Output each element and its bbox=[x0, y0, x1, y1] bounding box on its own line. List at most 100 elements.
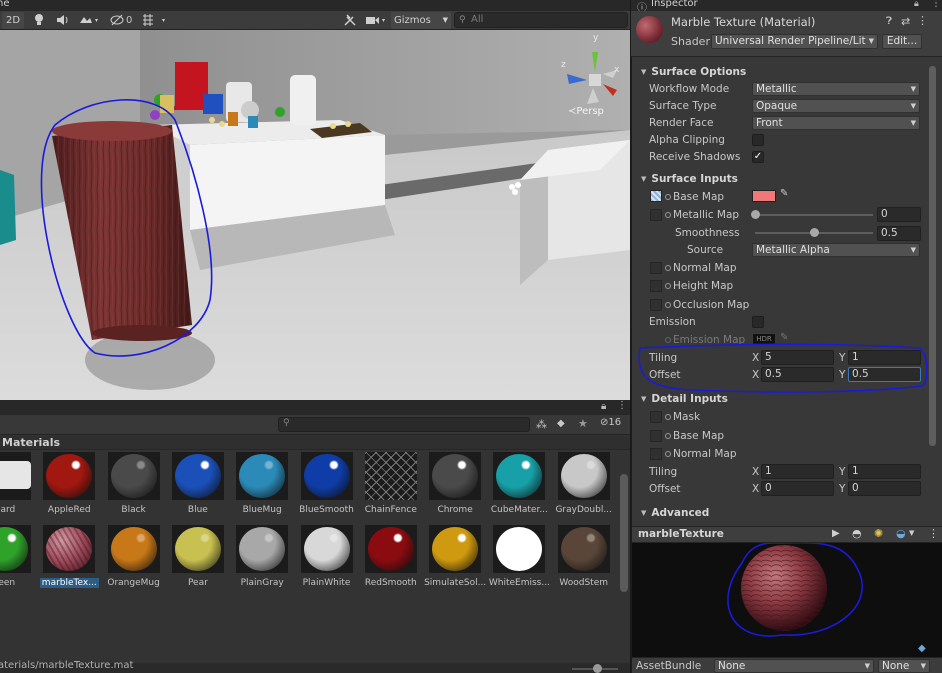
material-asset[interactable]: GrayDoubl... bbox=[553, 452, 615, 515]
more-options-icon[interactable]: ⋮ bbox=[917, 14, 928, 27]
grid-toggle-icon[interactable] bbox=[141, 13, 169, 28]
texture-picker-icon[interactable] bbox=[665, 414, 671, 420]
material-asset[interactable]: Blue bbox=[167, 452, 229, 515]
eyedropper-icon[interactable]: ✎ bbox=[780, 188, 788, 199]
light-icon[interactable]: ✺ bbox=[874, 527, 883, 540]
effects-toggle-icon[interactable] bbox=[78, 13, 100, 28]
occlusion-map-slot[interactable] bbox=[650, 299, 662, 311]
help-icon[interactable]: ❓︎ bbox=[886, 16, 892, 27]
assetbundle-variant-dropdown[interactable]: None bbox=[878, 659, 930, 673]
metallic-slider-track[interactable] bbox=[755, 214, 873, 216]
asset-label-icon[interactable]: ◆ bbox=[918, 643, 926, 654]
hidden-packages-toggle[interactable]: ⊘16 bbox=[600, 417, 621, 428]
material-asset[interactable]: ChainFence bbox=[360, 452, 422, 515]
material-asset[interactable]: CubeMater... bbox=[488, 452, 550, 515]
texture-picker-icon[interactable] bbox=[665, 265, 671, 271]
material-asset[interactable]: WoodStem bbox=[553, 525, 615, 588]
smoothness-slider-knob[interactable] bbox=[810, 228, 819, 237]
preset-icon[interactable]: ⇄ bbox=[901, 15, 910, 28]
more-options-icon[interactable]: ⋮ bbox=[931, 0, 941, 9]
height-map-slot[interactable] bbox=[650, 280, 662, 292]
smoothness-value-field[interactable]: 0.5 bbox=[877, 226, 921, 241]
metallic-value-field[interactable]: 0 bbox=[877, 207, 921, 222]
detail-offset-x-field[interactable]: 0 bbox=[761, 481, 834, 496]
source-dropdown[interactable]: Metallic Alpha bbox=[752, 243, 920, 257]
base-color-swatch[interactable] bbox=[752, 190, 776, 202]
material-asset[interactable]: Black bbox=[103, 452, 165, 515]
audio-toggle-icon[interactable] bbox=[55, 13, 69, 28]
material-asset[interactable]: dard bbox=[0, 452, 36, 515]
preview-shape-icon[interactable]: ◓ bbox=[852, 527, 862, 540]
texture-picker-icon[interactable] bbox=[665, 194, 671, 200]
lock-icon[interactable]: 🔒︎ bbox=[601, 401, 606, 412]
scene-tab[interactable]: ne bbox=[0, 0, 630, 11]
tiling-x-field[interactable]: 5 bbox=[761, 350, 834, 365]
material-asset[interactable]: OrangeMug bbox=[103, 525, 165, 588]
more-options-icon[interactable]: ⋮ bbox=[617, 400, 627, 411]
material-asset[interactable]: BlueMug bbox=[231, 452, 293, 515]
offset-x-field[interactable]: 0.5 bbox=[761, 367, 834, 382]
sphere-icon[interactable]: ◒ bbox=[896, 527, 906, 540]
surface-options-foldout[interactable]: Surface Options bbox=[641, 66, 746, 78]
chevron-down-icon[interactable]: ▼ bbox=[909, 529, 914, 537]
material-asset[interactable]: marbleTex... bbox=[38, 525, 100, 591]
offset-y-field[interactable]: 0.5 bbox=[848, 367, 921, 382]
render-face-dropdown[interactable]: Front bbox=[752, 116, 920, 130]
emission-checkbox[interactable] bbox=[752, 316, 764, 328]
inspector-scrollbar[interactable] bbox=[929, 66, 936, 446]
edit-shader-button[interactable]: Edit... bbox=[882, 34, 922, 49]
detail-offset-y-field[interactable]: 0 bbox=[848, 481, 921, 496]
detail-inputs-foldout[interactable]: Detail Inputs bbox=[641, 393, 727, 405]
material-asset[interactable]: SimulateSol... bbox=[424, 525, 486, 588]
base-map-slot[interactable] bbox=[650, 190, 662, 202]
texture-picker-icon[interactable] bbox=[665, 212, 671, 218]
lock-icon[interactable]: 🔒︎ bbox=[914, 0, 919, 9]
alpha-clipping-checkbox[interactable] bbox=[752, 134, 764, 146]
hidden-objects-toggle[interactable]: 0 bbox=[110, 13, 132, 28]
material-asset[interactable]: Chrome bbox=[424, 452, 486, 515]
texture-picker-icon[interactable] bbox=[665, 283, 671, 289]
material-asset[interactable]: PlainGray bbox=[231, 525, 293, 588]
surface-type-dropdown[interactable]: Opaque bbox=[752, 99, 920, 113]
material-asset[interactable]: WhiteEmiss... bbox=[488, 525, 550, 588]
workflow-mode-dropdown[interactable]: Metallic bbox=[752, 82, 920, 96]
filter-type-icon[interactable]: ⁂ bbox=[536, 418, 547, 431]
material-asset[interactable]: PlainWhite bbox=[296, 525, 358, 588]
shader-dropdown[interactable]: Universal Render Pipeline/Lit bbox=[711, 34, 878, 49]
camera-dropdown-icon[interactable] bbox=[365, 13, 389, 28]
material-preview[interactable]: ◆ bbox=[632, 541, 942, 657]
scene-search-input[interactable]: ⚲ All bbox=[454, 12, 628, 28]
material-asset[interactable]: AppleRed bbox=[38, 452, 100, 515]
material-asset[interactable]: RedSmooth bbox=[360, 525, 422, 588]
surface-inputs-foldout[interactable]: Surface Inputs bbox=[641, 173, 738, 185]
texture-picker-icon[interactable] bbox=[665, 433, 671, 439]
scene-viewport[interactable]: y z x ≺Persp bbox=[0, 30, 630, 400]
metallic-slider-knob[interactable] bbox=[751, 210, 760, 219]
mode-2d-button[interactable]: 2D bbox=[2, 12, 24, 29]
material-asset[interactable]: Pear bbox=[167, 525, 229, 588]
inspector-tab[interactable]: ⓘ Inspector 🔒︎ ⋮ bbox=[631, 0, 942, 14]
project-search-input[interactable]: ⚲ bbox=[278, 417, 530, 432]
texture-picker-icon[interactable] bbox=[665, 451, 671, 457]
detail-tiling-y-field[interactable]: 1 bbox=[848, 464, 921, 479]
tools-icon[interactable] bbox=[343, 13, 357, 28]
gizmos-dropdown[interactable]: Gizmos ▼ bbox=[391, 12, 451, 29]
persp-toggle[interactable]: ≺Persp bbox=[568, 106, 604, 117]
filter-label-icon[interactable]: ◆ bbox=[557, 418, 565, 429]
assetbundle-dropdown[interactable]: None bbox=[714, 659, 874, 673]
advanced-foldout[interactable]: Advanced bbox=[641, 507, 709, 519]
favorite-icon[interactable]: ★ bbox=[578, 417, 588, 430]
texture-picker-icon[interactable] bbox=[665, 302, 671, 308]
detail-base-map-slot[interactable] bbox=[650, 430, 662, 442]
material-asset[interactable]: BlueSmooth bbox=[296, 452, 358, 515]
metallic-map-slot[interactable] bbox=[650, 209, 662, 221]
lighting-toggle-icon[interactable] bbox=[33, 13, 45, 28]
detail-normal-map-slot[interactable] bbox=[650, 448, 662, 460]
project-scrollbar[interactable] bbox=[620, 474, 628, 592]
detail-mask-slot[interactable] bbox=[650, 411, 662, 423]
play-icon[interactable]: ▶ bbox=[832, 528, 840, 539]
material-asset[interactable]: reen bbox=[0, 525, 36, 588]
normal-map-slot[interactable] bbox=[650, 262, 662, 274]
more-options-icon[interactable]: ⋮ bbox=[928, 527, 939, 540]
detail-tiling-x-field[interactable]: 1 bbox=[761, 464, 834, 479]
